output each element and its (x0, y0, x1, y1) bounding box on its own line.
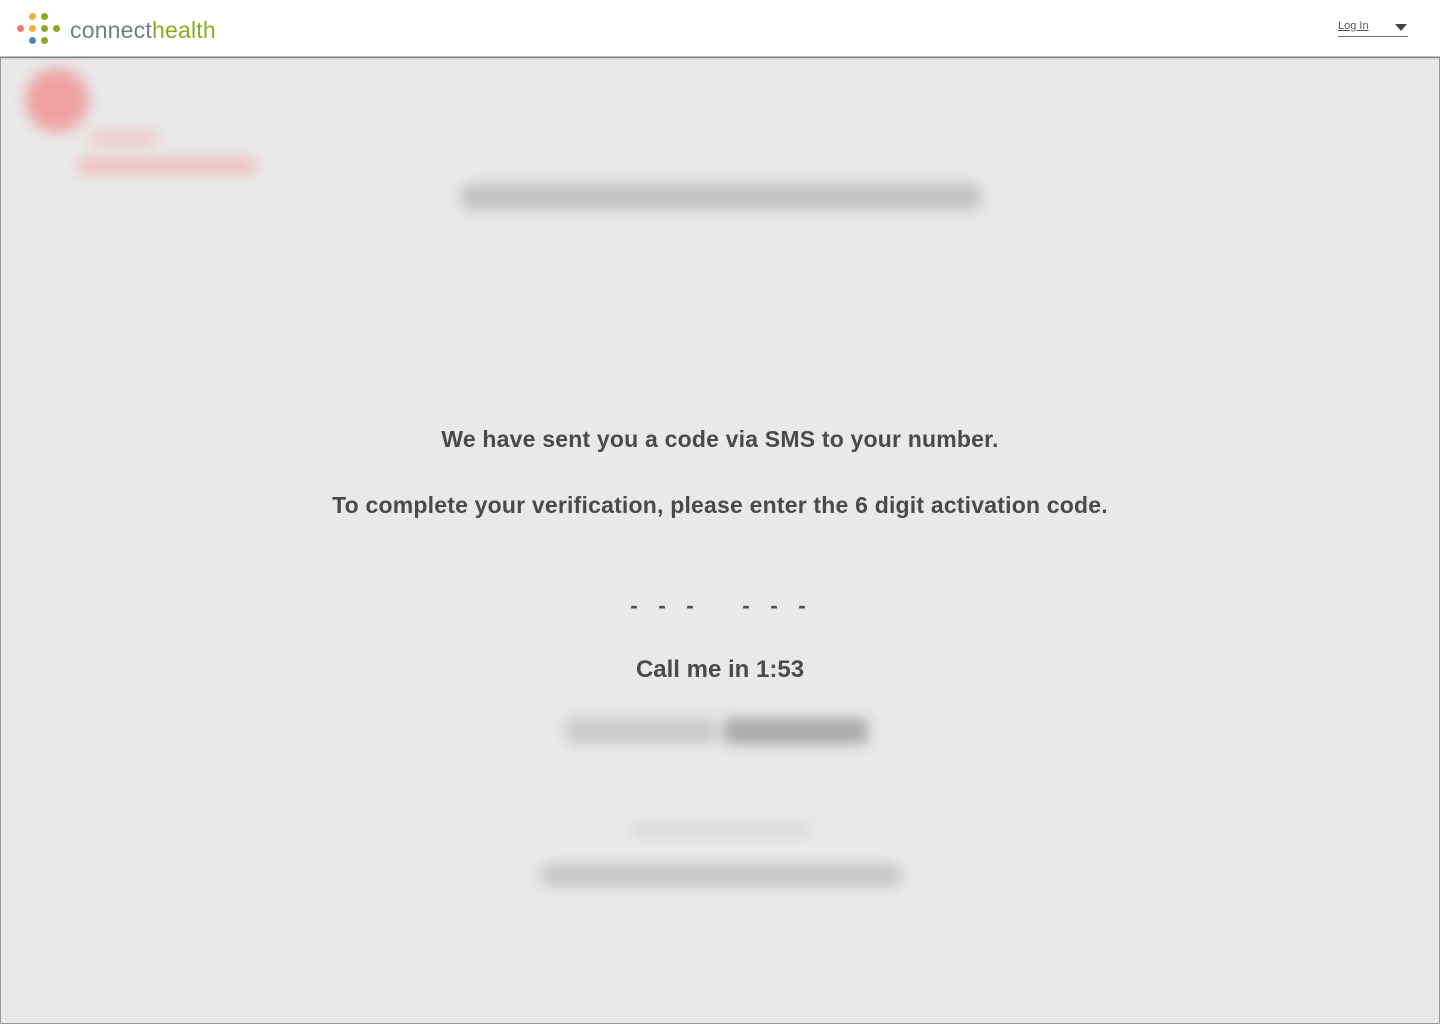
logo-dot (41, 25, 48, 32)
call-me-countdown: Call me in 1:53 (1, 656, 1439, 684)
blurred-background-button (566, 718, 716, 744)
code-digit-2[interactable]: - (648, 593, 676, 619)
blurred-background-element (77, 158, 257, 174)
top-header: connecthealth Log In (0, 0, 1440, 57)
blurred-background-button (723, 718, 868, 744)
logo-dot (29, 25, 36, 32)
chevron-down-icon[interactable] (1395, 24, 1407, 31)
logo-text-connect: connect (70, 16, 152, 43)
logo-dot (41, 13, 48, 20)
logo-dot (53, 25, 60, 32)
call-me-label: Call me in (635, 656, 750, 683)
code-digit-5[interactable]: - (760, 593, 788, 619)
logo-dot (17, 25, 24, 32)
logo-text-health: health (151, 16, 216, 43)
blurred-background-title (461, 184, 981, 210)
enter-code-instruction: To complete your verification, please en… (332, 492, 1108, 518)
activation-code-input[interactable]: - - - - - - (620, 588, 820, 624)
blurred-background-element (631, 824, 811, 836)
blurred-background-logo (25, 68, 89, 132)
blurred-background-footer-text (541, 864, 901, 886)
code-digit-1[interactable]: - (620, 593, 648, 619)
code-digit-4[interactable]: - (732, 593, 760, 619)
login-dropdown[interactable]: Log In (1338, 18, 1408, 37)
blurred-background-element (89, 132, 159, 144)
sms-sent-message: We have sent you a code via SMS to your … (441, 426, 999, 452)
logo-dot (41, 37, 48, 44)
logo-dot (29, 37, 36, 44)
connecthealth-logo[interactable]: connecthealth (16, 12, 216, 46)
verification-overlay: We have sent you a code via SMS to your … (0, 57, 1440, 1024)
code-digit-3[interactable]: - (676, 593, 704, 619)
logo-dots-icon (16, 12, 62, 46)
login-label[interactable]: Log In (1338, 20, 1369, 32)
logo-wordmark: connecthealth (70, 16, 216, 43)
code-digit-6[interactable]: - (788, 593, 816, 619)
logo-dot (29, 13, 36, 20)
call-me-timer: 1:53 (756, 656, 805, 683)
